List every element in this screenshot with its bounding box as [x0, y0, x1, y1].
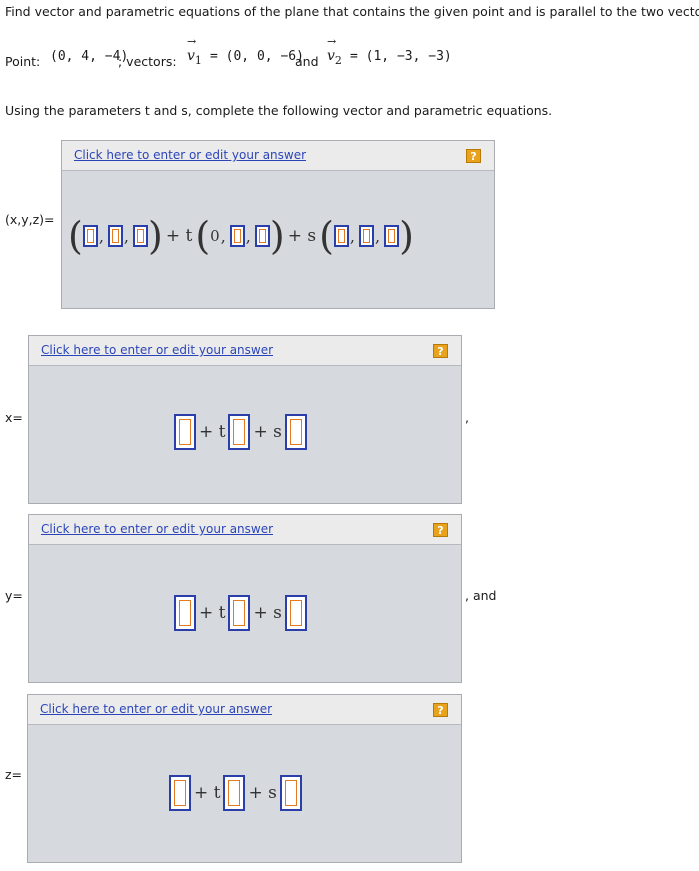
help-icon[interactable]: ? [433, 344, 448, 358]
v1-value: = (0, 0, −6) [210, 49, 304, 64]
plus-s-text: + s [253, 422, 282, 442]
z-equation-row: + t + s [169, 775, 302, 811]
plus-t-text: + t [194, 783, 221, 803]
edit-answer-link[interactable]: Click here to enter or edit your answer [74, 148, 306, 162]
y-suffix: , and [465, 588, 497, 603]
panel-header: Click here to enter or edit your answer … [62, 141, 494, 171]
z-equation-panel: Click here to enter or edit your answer … [27, 694, 462, 863]
y-t-coefficient-input[interactable] [228, 595, 251, 631]
panel-header: Click here to enter or edit your answer … [28, 695, 461, 725]
vector-equation-panel: Click here to enter or edit your answer … [61, 140, 495, 309]
arrow-icon: → [187, 35, 197, 48]
vector-equation-label: (x,y,z)= [5, 212, 55, 227]
fixed-component: 0 [210, 227, 220, 245]
point-y-input[interactable] [107, 225, 123, 247]
edit-answer-link[interactable]: Click here to enter or edit your answer [41, 343, 273, 357]
x-equation-row: + t + s [174, 414, 307, 450]
x-label: x= [5, 410, 23, 425]
plus-s-text: + s [287, 226, 317, 246]
plus-t-text: + t [165, 226, 193, 246]
point-value: (0, 4, −4) [50, 49, 129, 64]
x-s-coefficient-input[interactable] [284, 414, 307, 450]
plus-t-text: + t [199, 603, 226, 623]
edit-answer-link[interactable]: Click here to enter or edit your answer [40, 702, 272, 716]
point-label: Point: [5, 54, 41, 69]
help-icon[interactable]: ? [466, 149, 481, 163]
y-equation-panel: Click here to enter or edit your answer … [28, 514, 462, 683]
y-equation-row: + t + s [174, 595, 307, 631]
panel-header: Click here to enter or edit your answer … [29, 515, 461, 545]
x-equation-panel: Click here to enter or edit your answer … [28, 335, 462, 504]
help-icon[interactable]: ? [433, 703, 448, 717]
vector-v1-symbol: → v1 [187, 35, 202, 67]
point-x-input[interactable] [82, 225, 98, 247]
x-t-coefficient-input[interactable] [228, 414, 251, 450]
plus-t-text: + t [199, 422, 226, 442]
dir1-y-input[interactable] [229, 225, 245, 247]
dir1-z-input[interactable] [254, 225, 270, 247]
arrow-icon: → [327, 35, 337, 48]
v2-value: = (1, −3, −3) [350, 49, 452, 64]
dir2-z-input[interactable] [384, 225, 400, 247]
z-s-coefficient-input[interactable] [279, 775, 302, 811]
z-constant-input[interactable] [169, 775, 191, 811]
edit-answer-link[interactable]: Click here to enter or edit your answer [41, 522, 273, 536]
and-text: and [295, 54, 319, 69]
y-s-coefficient-input[interactable] [284, 595, 307, 631]
dir2-x-input[interactable] [333, 225, 349, 247]
point-z-input[interactable] [133, 225, 149, 247]
plus-s-text: + s [253, 603, 282, 623]
x-constant-input[interactable] [174, 414, 196, 450]
plus-s-text: + s [248, 783, 277, 803]
x-suffix: , [465, 410, 469, 425]
vector-equation-row: ( , , ) + t ( 0, , ) + s ( , , ) [68, 214, 414, 258]
y-constant-input[interactable] [174, 595, 196, 631]
z-label: z= [5, 767, 23, 782]
z-t-coefficient-input[interactable] [223, 775, 246, 811]
y-label: y= [5, 588, 23, 603]
dir2-y-input[interactable] [359, 225, 375, 247]
vectors-label: ; vectors: [118, 54, 177, 69]
vector-v2-symbol: → v2 [327, 35, 342, 67]
panel-header: Click here to enter or edit your answer … [29, 336, 461, 366]
help-icon[interactable]: ? [433, 523, 448, 537]
instruction-text: Find vector and parametric equations of … [5, 4, 699, 19]
prompt-text: Using the parameters t and s, complete t… [5, 103, 553, 118]
